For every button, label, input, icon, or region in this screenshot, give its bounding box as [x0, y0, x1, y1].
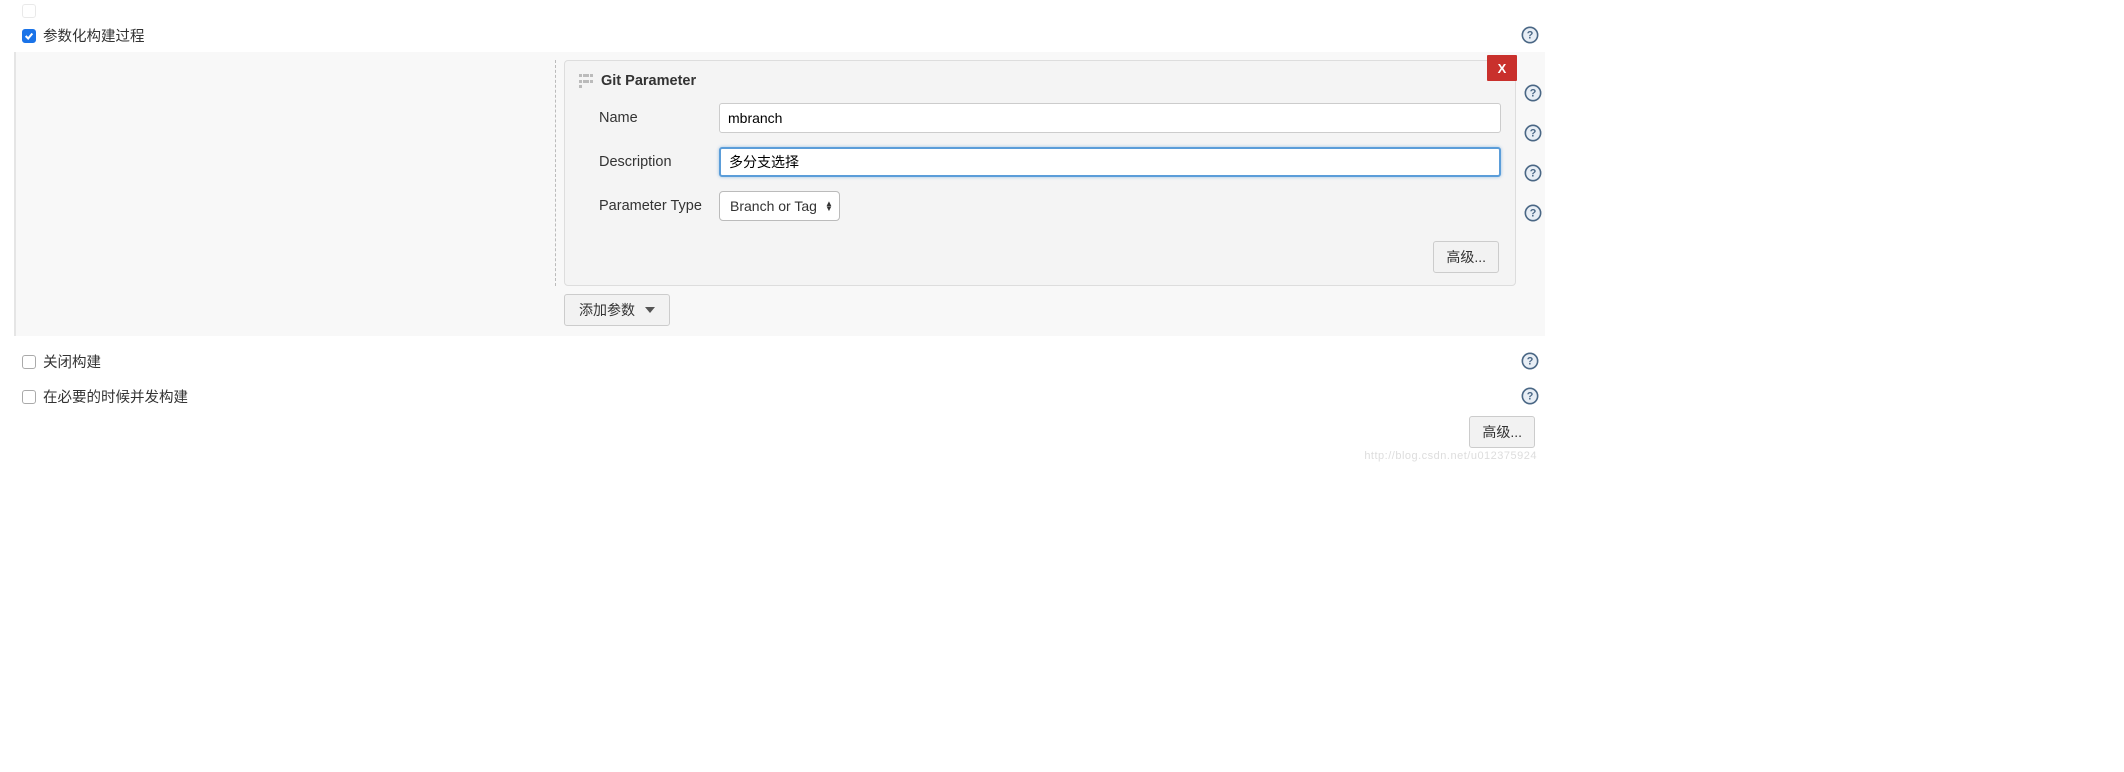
help-icon[interactable]: ?: [1524, 204, 1542, 222]
svg-text:?: ?: [1527, 391, 1534, 403]
parameter-type-value: Branch or Tag: [730, 198, 817, 214]
close-icon-label: X: [1498, 61, 1507, 76]
name-input[interactable]: [719, 103, 1501, 133]
disable-build-checkbox[interactable]: [22, 355, 36, 369]
concurrent-build-checkbox[interactable]: [22, 390, 36, 404]
parameterized-block: X Git Parameter Name Description: [14, 52, 1545, 336]
section-advanced-button[interactable]: 高级...: [1469, 416, 1535, 448]
git-parameter-card: X Git Parameter Name Description: [564, 60, 1516, 286]
parameterized-build-label: 参数化构建过程: [43, 25, 145, 46]
help-icon[interactable]: ?: [1524, 84, 1542, 102]
help-icon[interactable]: ?: [1521, 352, 1539, 370]
svg-text:?: ?: [1530, 88, 1537, 100]
svg-text:?: ?: [1530, 128, 1537, 140]
svg-text:?: ?: [1527, 30, 1534, 42]
parameterized-build-checkbox[interactable]: [22, 29, 36, 43]
unknown-checkbox[interactable]: [22, 4, 36, 18]
svg-text:?: ?: [1527, 356, 1534, 368]
svg-text:?: ?: [1530, 208, 1537, 220]
help-icon[interactable]: ?: [1524, 164, 1542, 182]
parameter-card-title: Git Parameter: [601, 73, 696, 89]
help-icon[interactable]: ?: [1521, 387, 1539, 405]
concurrent-build-label: 在必要的时候并发构建: [43, 386, 188, 407]
parameter-type-select[interactable]: Branch or Tag ▲▼: [719, 191, 840, 221]
help-icon[interactable]: ?: [1521, 26, 1539, 44]
parameter-type-field-label: Parameter Type: [579, 198, 719, 214]
add-parameter-label: 添加参数: [579, 300, 635, 320]
chevron-down-icon: [645, 307, 655, 313]
help-icon[interactable]: ?: [1524, 124, 1542, 142]
drag-gutter: [16, 60, 556, 286]
add-parameter-button[interactable]: 添加参数: [564, 294, 670, 326]
description-field-label: Description: [579, 154, 719, 170]
delete-parameter-button[interactable]: X: [1487, 55, 1517, 81]
select-arrows-icon: ▲▼: [825, 201, 833, 211]
parameter-advanced-button[interactable]: 高级...: [1433, 241, 1499, 273]
watermark-text: http://blog.csdn.net/u012375924: [1364, 450, 1537, 462]
unknown-option-label: [43, 3, 47, 19]
disable-build-label: 关闭构建: [43, 351, 101, 372]
description-input[interactable]: [719, 147, 1501, 177]
svg-text:?: ?: [1530, 168, 1537, 180]
name-field-label: Name: [579, 110, 719, 126]
drag-handle-icon[interactable]: [579, 74, 593, 88]
